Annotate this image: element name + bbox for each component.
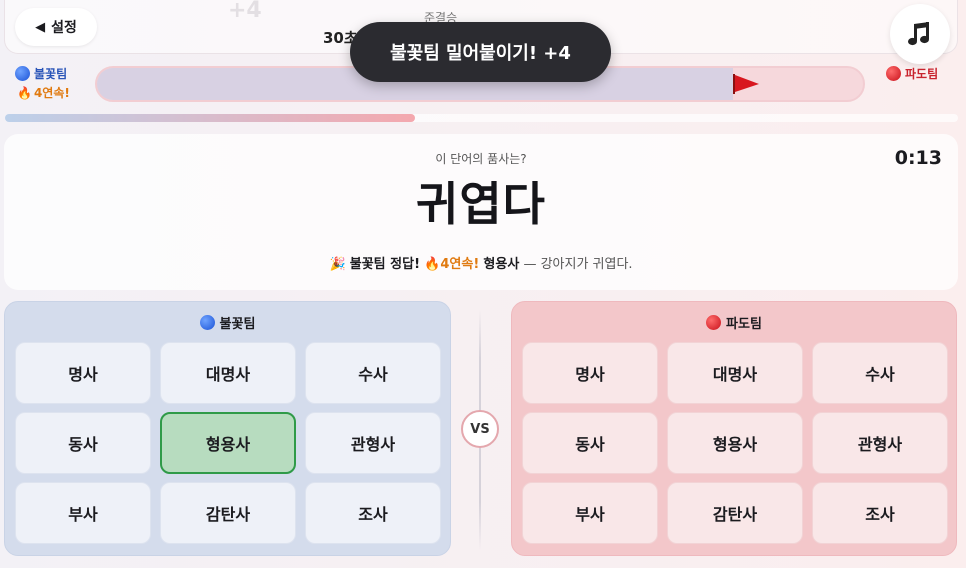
question-prompt: 이 단어의 품사는? bbox=[435, 152, 527, 166]
red-circle-icon bbox=[886, 66, 901, 81]
left-panel-title: 불꽃팀 bbox=[5, 313, 450, 332]
left-answer-button[interactable]: 감탄사 bbox=[160, 482, 296, 544]
right-answer-button[interactable]: 명사 bbox=[522, 342, 658, 404]
countdown-timer: 0:13 bbox=[894, 147, 942, 169]
score-float: +4 bbox=[228, 0, 262, 23]
right-answer-button[interactable]: 대명사 bbox=[667, 342, 803, 404]
left-answer-button[interactable]: 명사 bbox=[15, 342, 151, 404]
red-circle-icon bbox=[706, 315, 722, 330]
right-answer-button[interactable]: 수사 bbox=[812, 342, 948, 404]
music-note-icon bbox=[908, 22, 929, 46]
left-answer-button[interactable]: 관형사 bbox=[305, 412, 441, 474]
settings-back-button[interactable]: ◀ 설정 bbox=[15, 8, 97, 46]
right-panel-team-name: 파도팀 bbox=[726, 317, 762, 332]
blue-circle-icon bbox=[199, 315, 215, 330]
back-arrow-icon: ◀ bbox=[35, 19, 46, 35]
music-toggle-button[interactable] bbox=[890, 4, 950, 64]
right-team-tag: 파도팀 bbox=[886, 65, 938, 82]
left-streak: 🔥 4연속! bbox=[17, 84, 70, 101]
right-answer-button[interactable]: 관형사 bbox=[812, 412, 948, 474]
right-answer-button[interactable]: 부사 bbox=[522, 482, 658, 544]
party-popper-icon: 🎉 bbox=[329, 257, 346, 272]
right-answer-button[interactable]: 감탄사 bbox=[667, 482, 803, 544]
left-answer-button[interactable]: 조사 bbox=[305, 482, 441, 544]
left-answer-button-selected[interactable]: 형용사 bbox=[160, 412, 296, 474]
fire-icon: 🔥 bbox=[424, 257, 441, 272]
left-answer-button[interactable]: 대명사 bbox=[160, 342, 296, 404]
answer-feedback: 🎉 불꽃팀 정답! 🔥4연속! 형용사 — 강아지가 귀엽다. bbox=[4, 253, 958, 272]
blue-circle-icon bbox=[15, 66, 30, 81]
left-streak-label: 4연속! bbox=[33, 86, 70, 100]
right-answer-button[interactable]: 조사 bbox=[812, 482, 948, 544]
left-panel-team-name: 불꽃팀 bbox=[219, 317, 256, 332]
right-answer-button[interactable]: 형용사 bbox=[667, 412, 803, 474]
feedback-example: — 강아지가 귀엽다. bbox=[523, 257, 633, 272]
feedback-team-correct: 불꽃팀 정답! bbox=[349, 257, 421, 272]
question-word: 귀엽다 bbox=[416, 177, 546, 231]
left-answer-button[interactable]: 부사 bbox=[15, 482, 151, 544]
right-panel-title: 파도팀 bbox=[512, 313, 956, 332]
flag-icon bbox=[733, 74, 760, 94]
left-team-tag: 불꽃팀 bbox=[15, 65, 67, 82]
question-card: 이 단어의 품사는? 귀엽다 0:13 🎉 불꽃팀 정답! 🔥4연속! 형용사 … bbox=[4, 134, 958, 290]
timer-bar-fill bbox=[5, 114, 415, 122]
left-team-name: 불꽃팀 bbox=[34, 67, 68, 81]
settings-label: 설정 bbox=[51, 20, 77, 36]
right-answer-grid: 명사 대명사 수사 동사 형용사 관형사 부사 감탄사 조사 bbox=[522, 342, 948, 544]
left-team-panel: 불꽃팀 명사 대명사 수사 동사 형용사 관형사 부사 감탄사 조사 bbox=[4, 301, 451, 556]
left-answer-grid: 명사 대명사 수사 동사 형용사 관형사 부사 감탄사 조사 bbox=[15, 342, 441, 544]
feedback-answer: 형용사 bbox=[483, 257, 520, 272]
vs-badge: VS bbox=[461, 410, 499, 448]
fire-icon: 🔥 bbox=[17, 85, 32, 100]
push-toast: 불꽃팀 밀어붙이기! +4 bbox=[350, 22, 611, 82]
feedback-streak: 4연속! bbox=[440, 257, 480, 272]
right-team-name: 파도팀 bbox=[905, 67, 939, 81]
left-answer-button[interactable]: 동사 bbox=[15, 412, 151, 474]
right-team-panel: 파도팀 명사 대명사 수사 동사 형용사 관형사 부사 감탄사 조사 bbox=[511, 301, 957, 556]
right-answer-button[interactable]: 동사 bbox=[522, 412, 658, 474]
left-answer-button[interactable]: 수사 bbox=[305, 342, 441, 404]
timer-bar bbox=[5, 114, 958, 122]
